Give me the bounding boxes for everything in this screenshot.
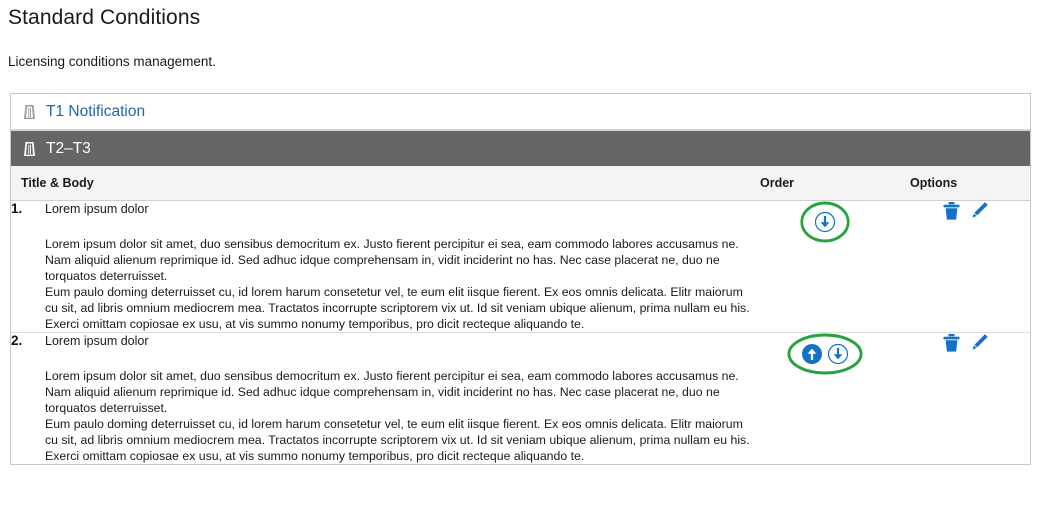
row-body-paragraph: Eum paulo doming deterruisset cu, id lor… — [45, 285, 750, 331]
move-up-button[interactable] — [801, 343, 823, 365]
row-title-body-cell: 2. Lorem ipsum dolor Lorem ipsum dolor s… — [11, 333, 750, 465]
row-body-paragraph: Lorem ipsum dolor sit amet, duo sensibus… — [45, 237, 739, 283]
row-body: Lorem ipsum dolor sit amet, duo sensibus… — [45, 236, 750, 332]
row-number: 2. — [11, 333, 23, 348]
move-down-button[interactable] — [814, 211, 836, 233]
order-buttons-group — [787, 333, 863, 375]
row-heading: 1. Lorem ipsum dolor — [11, 201, 750, 216]
conditions-table: Title & Body Order Options 1. Lorem ipsu… — [11, 166, 1030, 464]
row-heading: 2. Lorem ipsum dolor — [11, 333, 750, 348]
column-header-order: Order — [750, 166, 900, 201]
highlight-ellipse-annotation — [787, 333, 863, 375]
page-subtitle: Licensing conditions management. — [8, 54, 216, 69]
row-body-paragraph: Eum paulo doming deterruisset cu, id lor… — [45, 417, 750, 463]
row-title: Lorem ipsum dolor — [45, 202, 149, 216]
edit-pencil-icon[interactable] — [970, 333, 989, 353]
row-options-cell — [900, 333, 1030, 465]
row-options-cell — [900, 200, 1030, 333]
accordion-label: T1 Notification — [46, 102, 146, 120]
column-header-title-body: Title & Body — [11, 166, 750, 201]
row-title-body-cell: 1. Lorem ipsum dolor Lorem ipsum dolor s… — [11, 200, 750, 333]
pillar-icon — [23, 141, 36, 157]
page-title: Standard Conditions — [8, 6, 201, 29]
row-order-cell — [750, 200, 900, 333]
table-row: 1. Lorem ipsum dolor Lorem ipsum dolor s… — [11, 200, 1030, 333]
delete-icon[interactable] — [942, 333, 961, 353]
standard-conditions-page: Standard Conditions Licensing conditions… — [0, 0, 1052, 522]
row-body: Lorem ipsum dolor sit amet, duo sensibus… — [45, 368, 750, 464]
accordion-header-t2-t3[interactable]: T2–T3 — [11, 130, 1030, 166]
table-header-row: Title & Body Order Options — [11, 166, 1030, 201]
order-buttons-group — [800, 201, 850, 243]
table-header: Title & Body Order Options — [11, 166, 1030, 201]
accordion-label: T2–T3 — [46, 139, 91, 157]
pillar-icon — [23, 104, 36, 120]
option-buttons-group — [942, 201, 989, 221]
delete-icon[interactable] — [942, 201, 961, 221]
edit-pencil-icon[interactable] — [970, 201, 989, 221]
option-buttons-group — [942, 333, 989, 353]
table-body: 1. Lorem ipsum dolor Lorem ipsum dolor s… — [11, 200, 1030, 465]
accordion-header-t1-notification[interactable]: T1 Notification — [11, 94, 1030, 130]
row-body-paragraph: Lorem ipsum dolor sit amet, duo sensibus… — [45, 369, 739, 415]
move-down-button[interactable] — [827, 343, 849, 365]
row-order-cell — [750, 333, 900, 465]
conditions-panel: T1 Notification T2–T3 Title & Body Order — [10, 93, 1031, 465]
table-row: 2. Lorem ipsum dolor Lorem ipsum dolor s… — [11, 333, 1030, 465]
column-header-options: Options — [900, 166, 1030, 201]
row-title: Lorem ipsum dolor — [45, 334, 149, 348]
row-number: 1. — [11, 201, 23, 216]
